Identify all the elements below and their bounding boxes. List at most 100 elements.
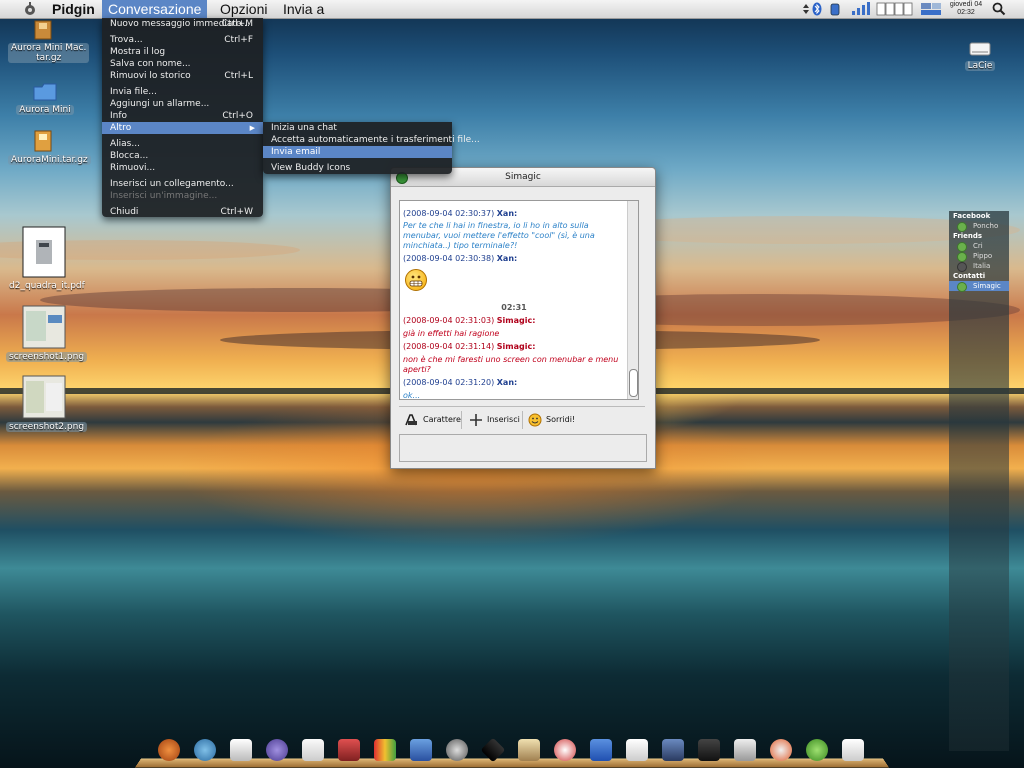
desktop-icon-label: d2_quadra_it.pdf: [9, 281, 85, 291]
desktop-icon-label: screenshot1.png: [6, 352, 88, 362]
battery-icon[interactable]: [830, 2, 840, 16]
dock-notes-icon[interactable]: [626, 739, 648, 761]
desktop-icon-label: LaCie: [964, 61, 996, 71]
desktop-icon-label: AuroraMini.tar.gz: [8, 155, 91, 165]
dock-mail-icon[interactable]: [230, 739, 252, 761]
menu-item-info[interactable]: Info Ctrl+O: [102, 110, 263, 122]
message-text: non è che mi faresti uno screen con menu…: [403, 355, 619, 374]
menu-item-block[interactable]: Blocca...: [102, 150, 263, 162]
menu-item-clear-history[interactable]: Rimuovi lo storico Ctrl+L: [102, 70, 263, 82]
chat-history[interactable]: (2008-09-04 02:30:37) Xan: Per te che li…: [399, 200, 639, 400]
desktop-icon-screenshot2[interactable]: screenshot2.png: [6, 375, 88, 432]
folder-icon: [33, 83, 57, 101]
dock-gimp-icon[interactable]: [446, 739, 468, 761]
chat-scrollbar[interactable]: [627, 201, 638, 399]
clock[interactable]: giovedì 04 02:32: [948, 1, 984, 17]
buddy-simagic[interactable]: Simagic: [949, 281, 1009, 292]
menu-item-new-im[interactable]: Nuovo messaggio immediato... Ctrl+M: [102, 18, 263, 30]
pdf-document-icon: [22, 226, 66, 278]
submenu-item-auto-accept[interactable]: Accetta automaticamente i trasferimenti …: [263, 134, 480, 146]
toolbar-divider: [522, 411, 523, 429]
menu-item-more[interactable]: Altro ▶: [102, 122, 263, 134]
dock-editor-icon[interactable]: [518, 739, 540, 761]
buddy-group-contatti[interactable]: Contatti: [949, 271, 1009, 281]
menu-app-pidgin[interactable]: Pidgin: [46, 0, 101, 18]
dock-document-icon[interactable]: [302, 739, 324, 761]
dock-network-icon[interactable]: [734, 739, 756, 761]
desktop-icon-d2-quadra-pdf[interactable]: d2_quadra_it.pdf: [6, 226, 85, 291]
message-timestamp: (2008-09-04 02:30:37): [403, 209, 495, 218]
buddy-poncho[interactable]: Poncho: [949, 221, 1009, 232]
archive-file-icon: [34, 130, 52, 152]
buddy-italia[interactable]: Italia: [949, 261, 1009, 272]
dock-trash-icon[interactable]: [842, 739, 864, 761]
message-sender: Xan:: [496, 254, 518, 263]
menu-item-remove[interactable]: Rimuovi...: [102, 162, 263, 174]
message-timestamp: (2008-09-04 02:31:03): [403, 316, 495, 325]
dock-chart-icon[interactable]: [374, 739, 396, 761]
message-input[interactable]: [399, 434, 647, 462]
desktop-icon-aurora-mini-folder[interactable]: Aurora Mini: [10, 82, 80, 115]
dock-media-icon[interactable]: [554, 739, 576, 761]
workspace-switcher-icon[interactable]: [876, 2, 914, 16]
menu-item-insert-link[interactable]: Inserisci un collegamento...: [102, 178, 263, 190]
chat-window-title: Simagic: [505, 172, 541, 182]
menu-item-find[interactable]: Trova... Ctrl+F: [102, 34, 263, 46]
menu-invia-a[interactable]: Invia a: [277, 0, 330, 18]
dock-a-icon[interactable]: [590, 739, 612, 761]
menu-item-save-as[interactable]: Salva con nome...: [102, 58, 263, 70]
dock-status-icon[interactable]: [806, 739, 828, 761]
menu-item-add-alarm[interactable]: Aggiungi un allarme...: [102, 98, 263, 110]
desktop-icon-label: Aurora Mini Mac. tar.gz: [8, 43, 90, 63]
time-separator: 02:31: [501, 303, 527, 312]
scroll-arrows-icon[interactable]: [802, 2, 810, 16]
menu-item-send-file[interactable]: Invia file...: [102, 86, 263, 98]
buddy-cri[interactable]: Cri: [949, 241, 1009, 252]
buddy-pippo[interactable]: Pippo: [949, 251, 1009, 262]
menu-opzioni[interactable]: Opzioni: [214, 0, 273, 18]
submenu-item-send-email[interactable]: Invia email: [263, 146, 452, 158]
clock-time: 02:32: [957, 9, 975, 16]
desktop-icon-aurora-mini-mac-tar[interactable]: Aurora Mini Mac. tar.gz: [8, 20, 90, 63]
image-thumbnail-icon: [22, 375, 66, 419]
dock-printer-icon[interactable]: [662, 739, 684, 761]
bluetooth-icon[interactable]: [812, 2, 822, 16]
dock-pidgin-icon[interactable]: [266, 739, 288, 761]
desktop-icon-label: Aurora Mini: [16, 105, 74, 115]
conversation-menu: Nuovo messaggio immediato... Ctrl+M Trova…: [102, 18, 263, 217]
screen-display-icon[interactable]: [920, 2, 942, 16]
scrollbar-thumb[interactable]: [629, 369, 638, 397]
dock-finder-icon[interactable]: [158, 739, 180, 761]
dock-terminal-icon[interactable]: [410, 739, 432, 761]
message-timestamp: (2008-09-04 02:31:14): [403, 342, 495, 351]
buddy-group-facebook[interactable]: Facebook: [949, 211, 1009, 221]
desktop-icon-auroramini-tar[interactable]: AuroraMini.tar.gz: [8, 130, 91, 165]
system-tray: giovedì 04 02:32: [798, 0, 1024, 18]
chat-message: (2008-09-04 02:31:03) Simagic:: [403, 316, 625, 326]
desktop-icon-screenshot1[interactable]: screenshot1.png: [6, 305, 88, 362]
image-thumbnail-icon: [22, 305, 66, 349]
dock-toolbox-icon[interactable]: [338, 739, 360, 761]
system-logo-icon[interactable]: [22, 1, 38, 17]
dock-browser-icon[interactable]: [194, 739, 216, 761]
menu-conversazione[interactable]: Conversazione: [102, 0, 208, 18]
dock-search-app-icon[interactable]: [770, 739, 792, 761]
menu-item-close[interactable]: Chiudi Ctrl+W: [102, 206, 263, 218]
font-button[interactable]: Carattere: [405, 412, 461, 428]
search-icon[interactable]: [992, 2, 1006, 16]
insert-button-label: Inserisci: [487, 415, 520, 424]
wifi-signal-icon[interactable]: [850, 2, 870, 16]
menu-item-view-log[interactable]: Mostra il log: [102, 46, 263, 58]
message-text: ok...: [403, 391, 421, 400]
message-sender: Xan:: [496, 209, 518, 218]
submenu-item-start-chat[interactable]: Inizia una chat: [263, 122, 452, 134]
submenu-item-view-buddy-icons[interactable]: View Buddy Icons: [263, 162, 452, 174]
smile-button-label: Sorridi!: [546, 415, 576, 424]
insert-button[interactable]: Inserisci: [469, 412, 520, 428]
buddy-group-friends[interactable]: Friends: [949, 231, 1009, 241]
desktop-icon-lacie[interactable]: LaCie: [955, 40, 1005, 71]
clock-date: giovedì 04: [949, 1, 983, 8]
menu-item-alias[interactable]: Alias...: [102, 138, 263, 150]
smile-button[interactable]: Sorridi!: [528, 412, 575, 428]
dock-console-icon[interactable]: [698, 739, 720, 761]
